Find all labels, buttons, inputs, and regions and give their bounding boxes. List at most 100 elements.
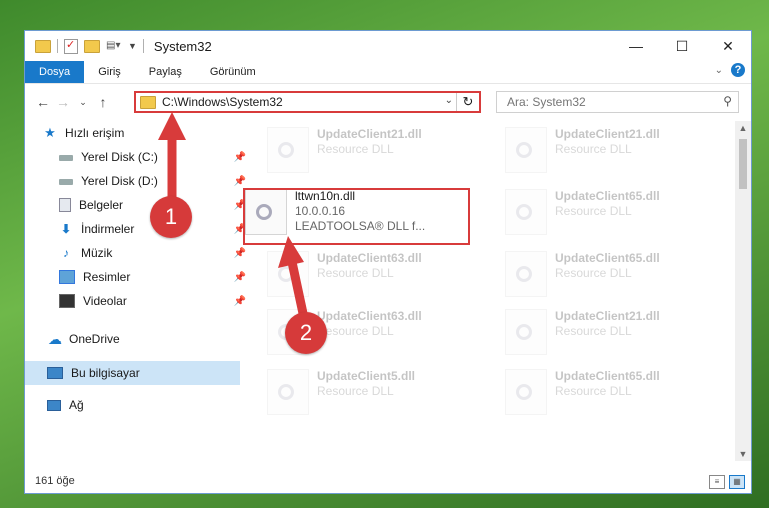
tab-view[interactable]: Görünüm [196,61,270,83]
toolbar-separator [57,39,58,53]
title-bar: ▤▾ ▼ System32 — ☐ ✕ [25,31,751,61]
file-name: UpdateClient5.dll [317,369,416,383]
navigation-pane: ★ Hızlı erişim Yerel Disk (C:) 📌 Yerel D… [25,121,246,461]
sidebar-item-music[interactable]: ♪ Müzik 📌 [25,241,252,265]
search-icon[interactable]: ⚲ [723,94,732,108]
sidebar-item-label: Yerel Disk (D:) [81,174,158,188]
drive-icon [59,155,73,161]
list-item[interactable]: UpdateClient21.dll Resource DLL [267,127,422,179]
network-icon [47,399,61,411]
file-name: UpdateClient65.dll [555,369,660,383]
search-input[interactable] [505,94,709,110]
documents-icon [59,198,71,212]
sidebar-item-downloads[interactable]: ⬇ İndirmeler 📌 [25,217,252,241]
status-bar: 161 öğe ≡ ▦ [25,469,751,493]
cloud-icon: ☁ [48,330,62,347]
list-item[interactable]: UpdateClient65.dll Resource DLL [505,369,660,421]
file-name: UpdateClient21.dll [555,127,660,141]
file-name: UpdateClient63.dll [317,251,422,265]
sidebar-item-quick-access[interactable]: ★ Hızlı erişim [25,121,236,145]
file-type: Resource DLL [555,266,632,280]
file-name: UpdateClient21.dll [555,309,660,323]
list-item[interactable]: UpdateClient65.dll Resource DLL [505,189,660,241]
dll-file-icon [505,309,547,355]
tab-file[interactable]: Dosya [25,61,85,83]
sidebar-item-label: Videolar [83,294,127,308]
tab-home[interactable]: Giriş [84,61,135,83]
tiles-view-icon[interactable]: ▦ [729,475,745,489]
dll-file-icon [505,251,547,297]
list-item[interactable]: UpdateClient65.dll Resource DLL [505,251,660,303]
recent-locations-icon[interactable]: ⌄ [73,97,93,108]
up-icon[interactable]: ↑ [93,94,113,110]
sidebar-item-documents[interactable]: Belgeler 📌 [25,193,252,217]
close-button[interactable]: ✕ [705,31,751,61]
step-2-badge: 2 [285,312,327,354]
item-count: 161 öğe [35,475,75,487]
file-name: UpdateClient65.dll [555,251,660,265]
sidebar-item-onedrive[interactable]: ☁ OneDrive [25,327,240,351]
properties-icon[interactable] [64,38,78,54]
ribbon-right: ⌄ ? [715,63,745,77]
scroll-down-icon[interactable]: ▼ [735,449,751,459]
sidebar-item-network[interactable]: Ağ [25,393,240,417]
scroll-up-icon[interactable]: ▲ [735,123,751,133]
scroll-thumb[interactable] [739,139,747,189]
file-type: Resource DLL [555,142,632,156]
list-item[interactable]: UpdateClient21.dll Resource DLL [505,309,660,361]
sidebar-item-label: Belgeler [79,198,124,212]
sidebar-item-disk-c[interactable]: Yerel Disk (C:) 📌 [25,145,252,169]
details-view-icon[interactable]: ≡ [709,475,725,489]
dll-file-icon [505,127,547,173]
selected-file-highlight [243,188,470,245]
file-name: UpdateClient21.dll [317,127,422,141]
ribbon-tabs: Dosya Giriş Paylaş Görünüm ⌄ ? [25,61,751,84]
sidebar-item-label: Ağ [69,398,84,412]
sidebar-item-label: Yerel Disk (C:) [81,150,158,164]
videos-icon [59,294,75,308]
drive-icon [59,179,73,185]
vertical-scrollbar[interactable]: ▲ ▼ [735,121,751,461]
view-switcher: ≡ ▦ [709,475,745,489]
file-type: Resource DLL [555,324,632,338]
sidebar-item-label: İndirmeler [81,222,135,236]
sidebar-item-label: Hızlı erişim [65,126,125,140]
toolbar-separator [142,39,144,53]
sidebar-item-pictures[interactable]: Resimler 📌 [25,265,252,289]
file-list: UpdateClient21.dll Resource DLL UpdateCli… [243,121,737,461]
expand-ribbon-icon[interactable]: ⌄ [715,65,723,76]
maximize-button[interactable]: ☐ [659,31,705,61]
new-folder-icon[interactable] [84,39,100,53]
sidebar-item-disk-d[interactable]: Yerel Disk (D:) 📌 [25,169,252,193]
file-name: UpdateClient65.dll [555,189,660,203]
list-item[interactable]: UpdateClient5.dll Resource DLL [267,369,415,421]
file-name: UpdateClient63.dll [317,309,422,323]
folder-icon [140,95,156,109]
sidebar-item-label: Müzik [81,246,113,260]
forward-icon[interactable]: → [53,94,73,110]
back-icon[interactable]: ← [33,94,53,110]
star-icon: ★ [44,125,56,140]
list-item[interactable]: UpdateClient63.dll Resource DLL [267,251,422,303]
refresh-icon[interactable]: ↻ [456,93,479,111]
dropdown-arrow-icon[interactable]: ▼ [128,41,137,51]
customize-toolbar-icon[interactable]: ▤▾ [106,40,122,52]
computer-icon [47,367,63,379]
dll-file-icon [267,369,309,415]
list-item[interactable]: UpdateClient21.dll Resource DLL [505,127,660,179]
address-bar[interactable]: C:\Windows\System32 ⌄ ↻ [134,91,481,113]
quick-access-toolbar: ▤▾ ▼ [25,38,144,54]
file-type: Resource DLL [317,142,394,156]
tab-share[interactable]: Paylaş [135,61,196,83]
address-row: ← → ⌄ ↑ C:\Windows\System32 ⌄ ↻ ⚲ [25,84,751,120]
help-icon[interactable]: ? [731,63,745,77]
address-dropdown-icon[interactable]: ⌄ [445,95,453,106]
search-box[interactable]: ⚲ [496,91,739,113]
sidebar-item-videos[interactable]: Videolar 📌 [25,289,252,313]
explorer-window: ▤▾ ▼ System32 — ☐ ✕ Dosya Giriş Paylaş G… [24,30,752,494]
folder-icon [35,39,51,53]
file-type: Resource DLL [317,384,394,398]
file-type: Resource DLL [317,266,394,280]
minimize-button[interactable]: — [613,31,659,61]
sidebar-item-this-pc[interactable]: Bu bilgisayar [25,361,240,385]
